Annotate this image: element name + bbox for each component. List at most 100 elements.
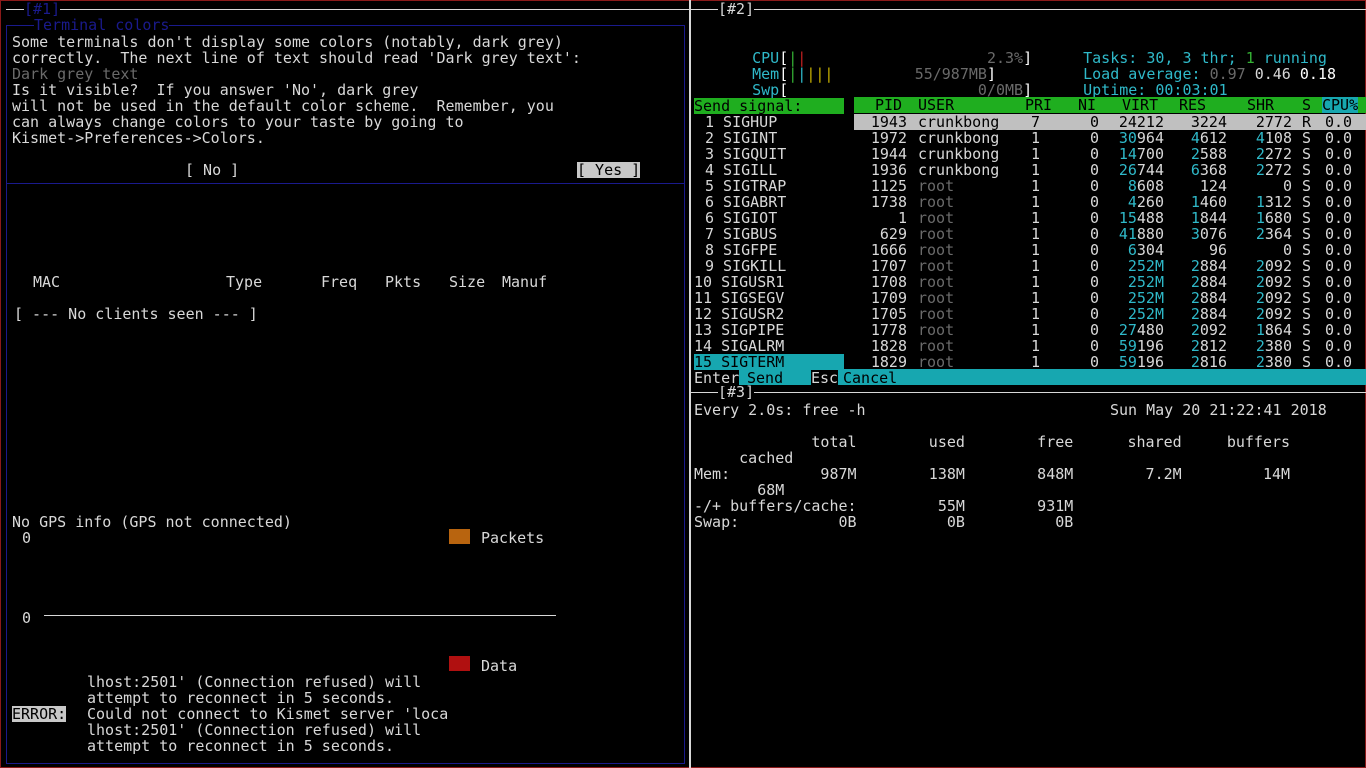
process-row[interactable]: 629 root 1 0 41880 3076 2364 S 0.0 bbox=[854, 226, 1366, 242]
process-pri: 1 bbox=[1030, 129, 1040, 147]
process-res: 96 bbox=[1208, 241, 1227, 259]
process-pid: 1936 bbox=[870, 161, 907, 179]
process-row[interactable]: 1 root 1 0 15488 1844 1680 S 0.0 bbox=[854, 210, 1366, 226]
process-row[interactable]: 1738 root 1 0 4260 1460 1312 S 0.0 bbox=[854, 194, 1366, 210]
data-legend-label: Data bbox=[481, 657, 518, 675]
process-pri: 1 bbox=[1030, 177, 1040, 195]
dialog-line-2: correctly. The next line of text should … bbox=[12, 49, 581, 67]
process-row[interactable]: 1707 root 1 0 252M 2884 2092 S 0.0 bbox=[854, 258, 1366, 274]
process-res: 2816 bbox=[1190, 353, 1227, 371]
signal-item[interactable]: 7 SIGBUS bbox=[694, 226, 844, 242]
process-ni: 0 bbox=[1089, 353, 1099, 371]
signal-item[interactable]: 3 SIGQUIT bbox=[694, 146, 844, 162]
no-button[interactable]: [ No ] bbox=[185, 162, 239, 178]
graph-top-zero: 0 bbox=[22, 529, 32, 547]
process-cpu: 0.0 bbox=[1325, 289, 1353, 307]
process-s: S bbox=[1302, 193, 1312, 211]
process-user: root bbox=[918, 321, 955, 339]
signal-item[interactable]: 11 SIGSEGV bbox=[694, 290, 844, 306]
col-s[interactable]: S bbox=[1302, 97, 1311, 113]
process-row[interactable]: 1705 root 1 0 252M 2884 2092 S 0.0 bbox=[854, 306, 1366, 322]
col-virt[interactable]: VIRT bbox=[1122, 97, 1158, 113]
process-cpu: 0.0 bbox=[1325, 273, 1353, 291]
signal-item[interactable]: 10 SIGUSR1 bbox=[694, 274, 844, 290]
process-cpu: 0.0 bbox=[1325, 337, 1353, 355]
signal-item[interactable]: 15 SIGTERM bbox=[694, 354, 844, 370]
process-pri: 1 bbox=[1030, 289, 1040, 307]
data-legend-swatch bbox=[449, 656, 470, 671]
process-row[interactable]: 1709 root 1 0 252M 2884 2092 S 0.0 bbox=[854, 290, 1366, 306]
process-row[interactable]: 1666 root 1 0 6304 96 0 S 0.0 bbox=[854, 242, 1366, 258]
process-shr: 1864 bbox=[1255, 321, 1292, 339]
process-ni: 0 bbox=[1089, 113, 1099, 131]
process-virt: 15488 bbox=[1118, 209, 1164, 227]
footer-cancel-button[interactable]: Cancel bbox=[843, 370, 897, 386]
process-row[interactable]: 1829 root 1 0 59196 2816 2380 S 0.0 bbox=[854, 354, 1366, 370]
client-col-mac: MAC bbox=[33, 273, 61, 291]
process-pri: 1 bbox=[1030, 321, 1040, 339]
process-shr: 2380 bbox=[1255, 353, 1292, 371]
col-res[interactable]: RES bbox=[1179, 97, 1206, 113]
signal-item[interactable]: 5 SIGTRAP bbox=[694, 178, 844, 194]
col-user[interactable]: USER bbox=[918, 97, 954, 113]
signal-item[interactable]: 2 SIGINT bbox=[694, 130, 844, 146]
process-ni: 0 bbox=[1089, 273, 1099, 291]
process-res: 6368 bbox=[1190, 161, 1227, 179]
signal-item[interactable]: 1 SIGHUP bbox=[694, 114, 844, 130]
process-row[interactable]: 1828 root 1 0 59196 2812 2380 S 0.0 bbox=[854, 338, 1366, 354]
process-ni: 0 bbox=[1089, 161, 1099, 179]
signal-item[interactable]: 12 SIGUSR2 bbox=[694, 306, 844, 322]
col-cpu[interactable]: CPU% bbox=[1322, 97, 1359, 113]
signal-item[interactable]: 9 SIGKILL bbox=[694, 258, 844, 274]
col-pid[interactable]: PID bbox=[875, 97, 902, 113]
graph-baseline bbox=[44, 615, 556, 616]
process-row[interactable]: 1936 crunkbong 1 0 26744 6368 2272 S 0.0 bbox=[854, 162, 1366, 178]
dialog-line-5: will not be used in the default color sc… bbox=[12, 97, 554, 115]
signal-item[interactable]: 8 SIGFPE bbox=[694, 242, 844, 258]
process-row[interactable]: 1778 root 1 0 27480 2092 1864 S 0.0 bbox=[854, 322, 1366, 338]
footer-send-button[interactable]: Send bbox=[747, 370, 783, 386]
process-pid: 1709 bbox=[870, 289, 907, 307]
process-virt: 24212 bbox=[1118, 113, 1164, 131]
process-ni: 0 bbox=[1089, 321, 1099, 339]
col-shr[interactable]: SHR bbox=[1247, 97, 1274, 113]
signal-item[interactable]: 14 SIGALRM bbox=[694, 338, 844, 354]
process-row[interactable]: 1125 root 1 0 8608 124 0 S 0.0 bbox=[854, 178, 1366, 194]
watch-datetime: Sun May 20 21:22:41 2018 bbox=[1110, 401, 1327, 419]
process-row[interactable]: 1972 crunkbong 1 0 30964 4612 4108 S 0.0 bbox=[854, 130, 1366, 146]
process-res: 2884 bbox=[1190, 273, 1227, 291]
col-pri[interactable]: PRI bbox=[1025, 97, 1052, 113]
process-row[interactable]: 1708 root 1 0 252M 2884 2092 S 0.0 bbox=[854, 274, 1366, 290]
signal-item[interactable]: 6 SIGIOT bbox=[694, 210, 844, 226]
process-res: 3076 bbox=[1190, 225, 1227, 243]
process-pid: 629 bbox=[879, 225, 907, 243]
process-user: root bbox=[918, 193, 955, 211]
watch-command: Every 2.0s: free -h bbox=[694, 401, 866, 419]
yes-button[interactable]: [ Yes ] bbox=[577, 162, 641, 178]
pane2-top-rule bbox=[691, 9, 1366, 10]
process-cpu: 0.0 bbox=[1325, 145, 1353, 163]
col-ni[interactable]: NI bbox=[1078, 97, 1096, 113]
signal-item[interactable]: 6 SIGABRT bbox=[694, 194, 844, 210]
process-pid: 1 bbox=[897, 209, 907, 227]
process-ni: 0 bbox=[1089, 257, 1099, 275]
process-virt: 27480 bbox=[1118, 321, 1164, 339]
log-line-1: lhost:2501' (Connection refused) will bbox=[87, 673, 422, 691]
process-shr: 0 bbox=[1282, 241, 1292, 259]
signal-item[interactable]: 4 SIGILL bbox=[694, 162, 844, 178]
signal-item[interactable]: 13 SIGPIPE bbox=[694, 322, 844, 338]
footer-esc-key: Esc bbox=[811, 369, 839, 387]
process-pri: 1 bbox=[1030, 225, 1040, 243]
process-s: S bbox=[1302, 353, 1312, 371]
process-row[interactable]: 1944 crunkbong 1 0 14700 2588 2272 S 0.0 bbox=[854, 146, 1366, 162]
load-15: 0.18 bbox=[1299, 65, 1336, 83]
process-user: root bbox=[918, 305, 955, 323]
process-pri: 7 bbox=[1030, 113, 1040, 131]
process-res: 2884 bbox=[1190, 305, 1227, 323]
process-virt: 59196 bbox=[1118, 337, 1164, 355]
process-row[interactable]: 1943 crunkbong 7 0 24212 3224 2772 R 0.0 bbox=[854, 114, 1366, 130]
client-col-pkts: Pkts bbox=[385, 273, 422, 291]
process-shr: 2092 bbox=[1255, 273, 1292, 291]
process-pid: 1778 bbox=[870, 321, 907, 339]
client-col-manuf: Manuf bbox=[502, 273, 548, 291]
